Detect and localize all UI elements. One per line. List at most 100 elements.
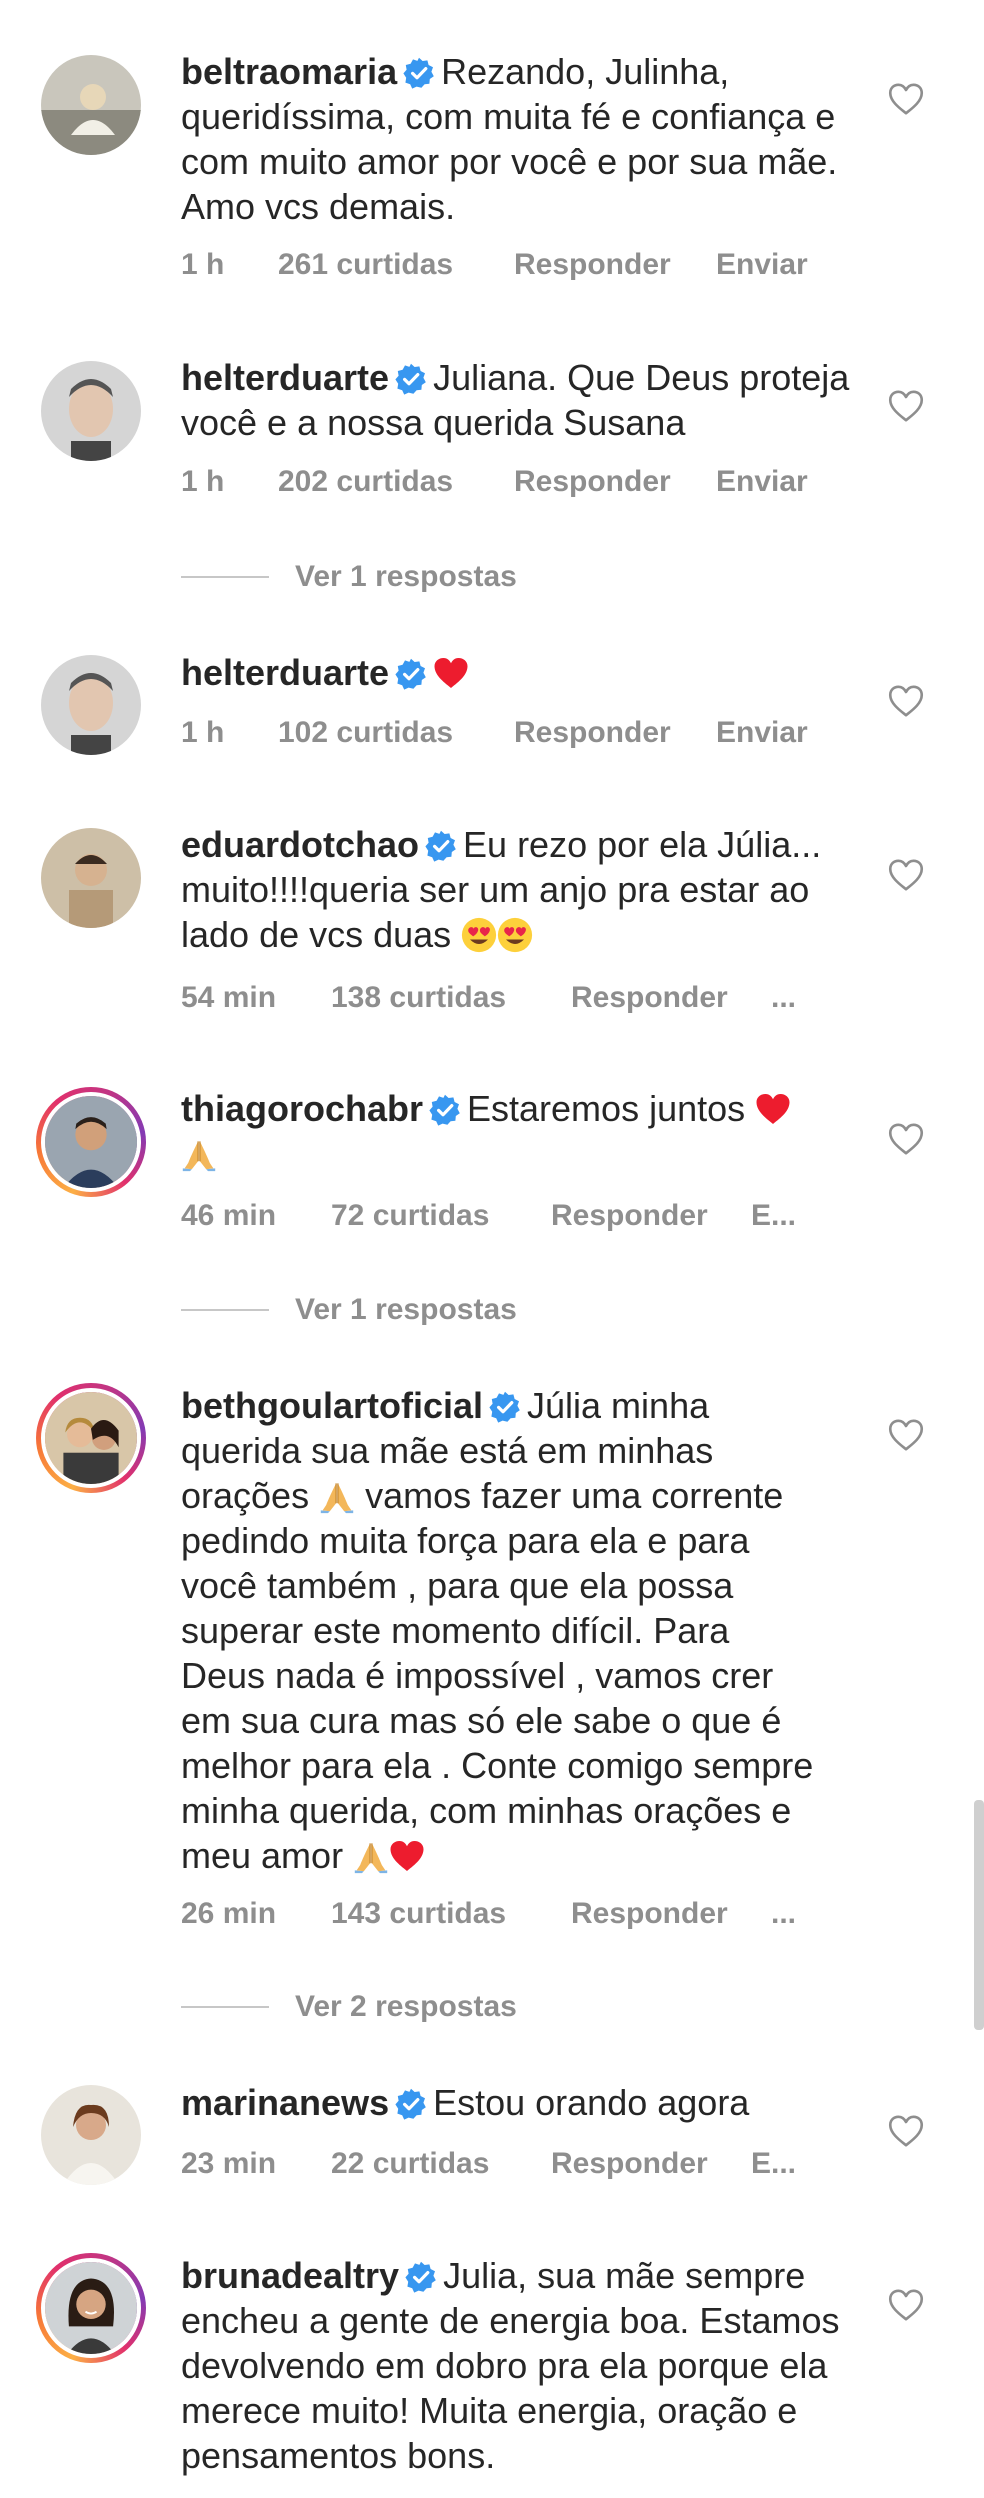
comment-time: 46 min — [181, 1199, 277, 1232]
username[interactable]: helterduarte — [181, 357, 389, 398]
view-replies-label: Ver 2 respostas — [295, 1990, 517, 2023]
view-replies-button[interactable]: Ver 1 respostas — [181, 557, 517, 597]
verified-badge-icon — [405, 2261, 437, 2293]
divider-line — [181, 576, 269, 578]
comment-text: Estaremos juntos — [467, 1088, 746, 1129]
avatar-photo-icon — [45, 1392, 137, 1484]
avatar[interactable] — [36, 1087, 146, 1197]
comment-time: 23 min — [181, 2147, 277, 2180]
like-heart-icon[interactable] — [888, 2288, 924, 2322]
username[interactable]: eduardotchao — [181, 824, 419, 865]
red-heart-emoji — [433, 655, 469, 691]
comment-text: melhor para ela . Conte comigo sempre — [181, 1745, 814, 1786]
verified-badge-icon — [489, 1391, 521, 1423]
avatar[interactable] — [36, 2253, 146, 2363]
praying-hands-emoji — [353, 1838, 389, 1874]
avatar-photo-icon — [41, 361, 141, 461]
avatar-photo-icon — [45, 2262, 137, 2354]
reply-button[interactable]: Responder — [571, 1897, 728, 1931]
view-replies-label: Ver 1 respostas — [295, 560, 517, 593]
avatar[interactable] — [36, 356, 146, 466]
like-count[interactable]: 22 curtidas — [331, 2147, 489, 2181]
verified-badge-icon — [395, 658, 427, 690]
like-heart-icon[interactable] — [888, 1418, 924, 1452]
comment-text: vamos fazer uma corrente — [365, 1475, 784, 1516]
like-count[interactable]: 72 curtidas — [331, 1199, 489, 1233]
more-options[interactable]: ... — [771, 981, 796, 1015]
comment-time: 1 h — [181, 465, 225, 498]
comment-body: bethgoulartoficial Júlia minha querida su… — [181, 1383, 861, 1878]
comment-text: querida sua mãe está em minhas — [181, 1430, 714, 1471]
avatar[interactable] — [36, 823, 146, 933]
like-heart-icon[interactable] — [888, 2114, 924, 2148]
avatar[interactable] — [36, 50, 146, 160]
like-count[interactable]: 261 curtidas — [278, 248, 453, 282]
username[interactable]: bethgoulartoficial — [181, 1385, 483, 1426]
verified-badge-icon — [395, 2088, 427, 2120]
reply-button[interactable]: Responder — [514, 465, 671, 499]
comment-text: Deus nada é impossível , vamos crer — [181, 1655, 774, 1696]
comment-text: Estou orando agora — [433, 2082, 750, 2123]
reply-button[interactable]: Responder — [571, 981, 728, 1015]
comment-time: 26 min — [181, 1897, 277, 1930]
view-replies-button[interactable]: Ver 1 respostas — [181, 1290, 517, 1330]
username[interactable]: brunadealtry — [181, 2255, 399, 2296]
comment-text: meu amor — [181, 1835, 344, 1876]
reply-button[interactable]: Responder — [514, 248, 671, 282]
like-count[interactable]: 143 curtidas — [331, 1897, 506, 1931]
username[interactable]: thiagorochabr — [181, 1088, 423, 1129]
comment-text: minha querida, com minhas orações e — [181, 1790, 792, 1831]
verified-badge-icon — [403, 57, 435, 89]
like-heart-icon[interactable] — [888, 684, 924, 718]
praying-hands-emoji — [181, 1136, 217, 1172]
comment-time: 54 min — [181, 981, 277, 1014]
username[interactable]: beltraomaria — [181, 51, 397, 92]
comment-body: beltraomaria Rezando, Julinha, queridíssi… — [181, 49, 861, 229]
avatar-photo-icon — [41, 2085, 141, 2185]
reply-button[interactable]: Responder — [514, 716, 671, 750]
reply-button[interactable]: Responder — [551, 2147, 708, 2181]
comment-text: orações — [181, 1475, 310, 1516]
scrollbar[interactable] — [974, 1800, 984, 2030]
more-options[interactable]: ... — [771, 1897, 796, 1931]
username[interactable]: marinanews — [181, 2082, 389, 2123]
like-heart-icon[interactable] — [888, 1122, 924, 1156]
like-heart-icon[interactable] — [888, 858, 924, 892]
like-heart-icon[interactable] — [888, 389, 924, 423]
avatar[interactable] — [36, 650, 146, 760]
send-button[interactable]: Enviar — [716, 248, 808, 282]
red-heart-emoji — [755, 1091, 791, 1127]
comment-text: Júlia minha — [527, 1385, 710, 1426]
verified-badge-icon — [395, 363, 427, 395]
red-heart-emoji — [389, 1838, 425, 1874]
send-button[interactable]: E... — [751, 1199, 796, 1233]
username[interactable]: helterduarte — [181, 652, 389, 693]
avatar[interactable] — [36, 1383, 146, 1493]
send-button[interactable]: E... — [751, 2147, 796, 2181]
comment-time: 1 h — [181, 248, 225, 281]
view-replies-label: Ver 1 respostas — [295, 1293, 517, 1326]
avatar-photo-icon — [41, 828, 141, 928]
comment-text: superar este momento difícil. Para — [181, 1610, 730, 1651]
like-count[interactable]: 138 curtidas — [331, 981, 506, 1015]
heart-eyes-emoji — [497, 917, 533, 953]
view-replies-button[interactable]: Ver 2 respostas — [181, 1987, 517, 2027]
comment-text: em sua cura mas só ele sabe o que é — [181, 1700, 782, 1741]
heart-eyes-emoji — [461, 917, 497, 953]
divider-line — [181, 2006, 269, 2008]
praying-hands-emoji — [319, 1478, 355, 1514]
avatar[interactable] — [36, 2080, 146, 2190]
verified-badge-icon — [425, 830, 457, 862]
like-count[interactable]: 102 curtidas — [278, 716, 453, 750]
send-button[interactable]: Enviar — [716, 465, 808, 499]
comment-body: helterduarte — [181, 650, 861, 695]
divider-line — [181, 1309, 269, 1311]
comment-body: eduardotchao Eu rezo por ela Júlia... mui… — [181, 822, 861, 957]
send-button[interactable]: Enviar — [716, 716, 808, 750]
like-heart-icon[interactable] — [888, 82, 924, 116]
reply-button[interactable]: Responder — [551, 1199, 708, 1233]
like-count[interactable]: 202 curtidas — [278, 465, 453, 499]
comment-body: helterduarte Juliana. Que Deus proteja vo… — [181, 355, 861, 445]
comment-time: 1 h — [181, 716, 225, 749]
avatar-photo-icon — [45, 1096, 137, 1188]
